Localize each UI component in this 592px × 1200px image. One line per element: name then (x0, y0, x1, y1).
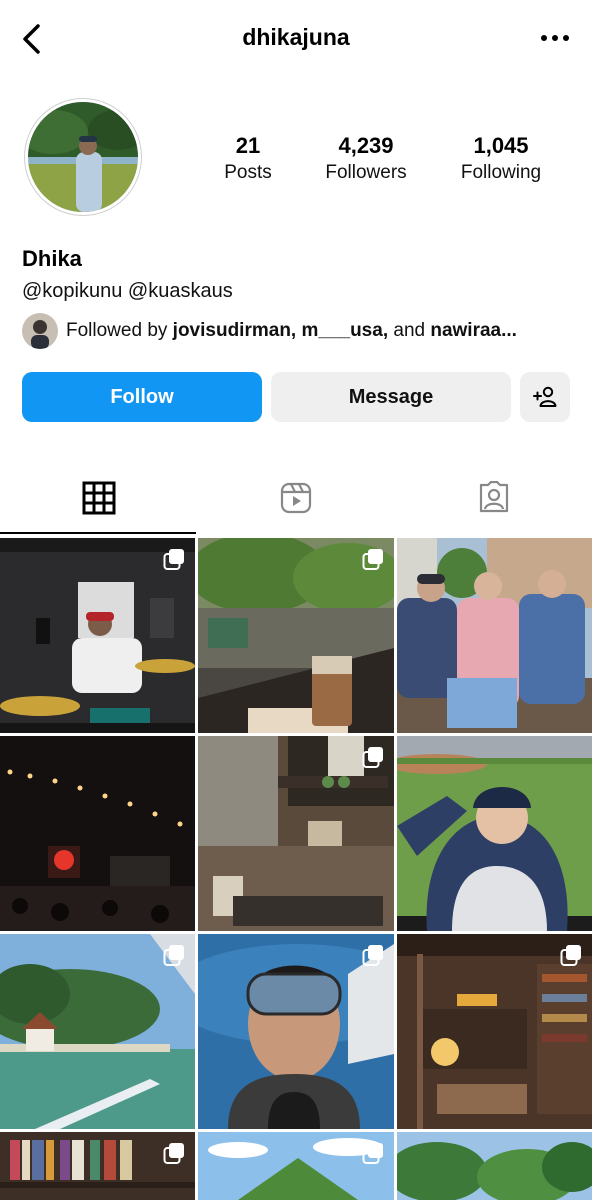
multi-post-icon (560, 945, 581, 966)
followers-label: Followers (325, 162, 407, 183)
more-options-icon[interactable] (538, 26, 572, 50)
tab-posts-grid[interactable] (0, 462, 197, 534)
post-tile-island-sea[interactable] (0, 934, 195, 1129)
suggested-accounts-button[interactable] (520, 372, 570, 422)
post-tile-iced-coffee[interactable] (198, 538, 394, 733)
tab-tagged[interactable] (395, 462, 592, 534)
multi-post-icon (362, 1143, 383, 1164)
tagged-icon (479, 481, 508, 513)
post-tile-concert[interactable] (0, 736, 195, 931)
followed-by-row[interactable]: Followed by jovisudirman, m___usa, and n… (22, 312, 517, 350)
add-person-icon (533, 386, 557, 407)
following-label: Following (460, 162, 542, 183)
post-tile-drum-studio[interactable] (0, 538, 195, 733)
grid-icon (82, 481, 115, 515)
post-tile-cafe-interior[interactable] (198, 736, 394, 931)
profile-avatar[interactable] (24, 98, 142, 216)
multi-post-icon (163, 1143, 184, 1164)
post-tile-snorkel-selfie[interactable] (198, 934, 394, 1129)
followed-by-prefix: Followed by (66, 320, 173, 341)
mutual-follower-avatar (22, 313, 58, 349)
profile-username: dhikajuna (242, 24, 350, 50)
followed-by-text: Followed by jovisudirman, m___usa, and n… (66, 320, 517, 342)
posts-label: Posts (224, 162, 272, 183)
active-tab-indicator (0, 532, 196, 534)
reels-icon (280, 482, 311, 514)
multi-post-icon (362, 747, 383, 768)
followers-count: 4,239 (338, 133, 394, 158)
followed-by-joiner: and (388, 320, 431, 341)
tab-reels[interactable] (197, 462, 394, 534)
multi-post-icon (362, 549, 383, 570)
post-tile-bookshelf[interactable] (0, 1132, 195, 1200)
multi-post-icon (362, 945, 383, 966)
stat-followers[interactable]: 4,239 Followers (316, 132, 416, 186)
multi-post-icon (163, 549, 184, 570)
stat-following[interactable]: 1,045 Following (448, 132, 554, 186)
post-tile-bookstore-cafe[interactable] (397, 934, 592, 1129)
profile-tabs (0, 462, 592, 536)
avatar-photo (28, 102, 138, 212)
follow-button[interactable]: Follow (22, 372, 262, 422)
bio-handles[interactable]: @kopikunu @kuaskaus (22, 280, 233, 303)
profile-name: Dhika (22, 246, 82, 271)
stat-posts: 21 Posts (212, 132, 284, 186)
posts-count: 21 (235, 133, 261, 158)
top-bar: dhikajuna (0, 0, 592, 78)
post-tile-palm-trees[interactable] (397, 1132, 592, 1200)
following-count: 1,045 (473, 133, 529, 158)
post-tile-friends-ice-cream[interactable] (397, 538, 592, 733)
multi-post-icon (163, 945, 184, 966)
post-tile-baseball-stadium[interactable] (397, 736, 592, 931)
followed-by-last: nawiraa... (430, 320, 517, 341)
followed-by-names: jovisudirman, m___usa, (172, 320, 389, 341)
message-button[interactable]: Message (271, 372, 511, 422)
post-tile-mountain[interactable] (198, 1132, 394, 1200)
